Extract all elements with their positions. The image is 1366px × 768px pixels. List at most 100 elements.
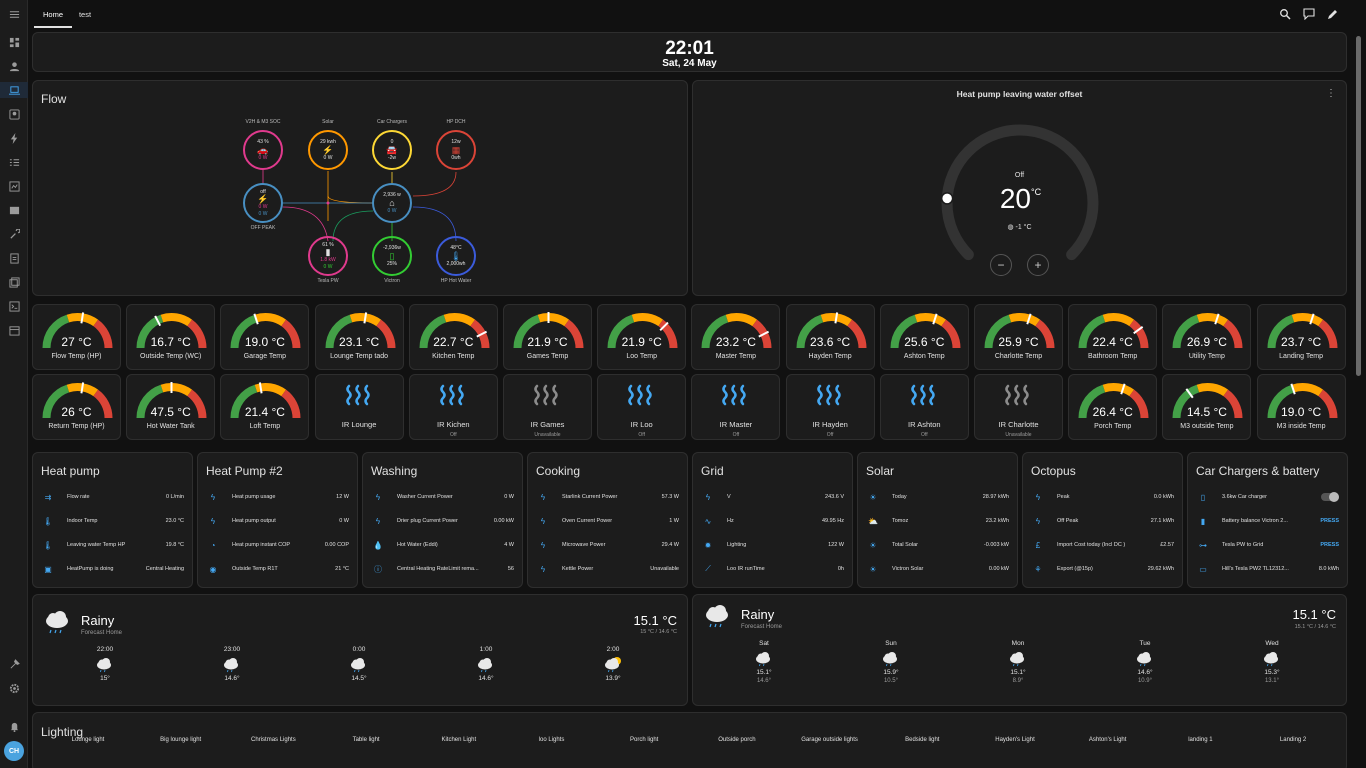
entity-row[interactable]: ⇉ Flow rate 0 L/min [41,491,184,503]
entity-row[interactable]: £ Import Cost today (Incl DC ) £2.57 [1031,539,1174,551]
entity-row[interactable]: ϟ Off Peak 27.1 kWh [1031,515,1174,527]
light-button[interactable]: Landing 2 [1248,737,1338,743]
person-icon[interactable] [6,58,22,74]
entity-row[interactable]: ◉ Outside Temp R1T 21 °C [206,563,350,575]
tab-test[interactable]: test [77,10,93,19]
flow-node-tesla[interactable]: 61 % ▮ 1.8 kW 0 W [308,236,348,276]
gauge-card[interactable]: 23.1 °C Lounge Temp tado [314,304,404,370]
gauge-card[interactable]: 25.9 °C Charlotte Temp [974,304,1063,370]
ir-heater-button[interactable]: IR Ashton Off [879,374,969,440]
ir-heater-button[interactable]: IR Master Off [691,374,781,440]
entity-row[interactable]: ▭ Hill's Tesla PW2 TL12312... 8.0 kWh [1196,563,1339,575]
press-button[interactable]: PRESS [1320,542,1339,548]
light-button[interactable]: Garage outside lights [785,737,875,743]
entity-row[interactable]: 🌡 Indoor Temp 23.0 °C [41,515,184,527]
bell-icon[interactable] [6,718,22,734]
light-button[interactable]: Christmas Lights [228,737,318,743]
entity-row[interactable]: ⓘ Central Heating RateLimit rema... 56 [371,563,514,575]
badge-icon[interactable] [6,106,22,122]
light-button[interactable]: loo Lights [507,737,597,743]
entity-row[interactable]: ϟ Peak 0.0 kWh [1031,491,1174,503]
list-icon[interactable] [6,154,22,170]
entity-row[interactable]: ▯ 3.6kw Car charger [1196,491,1339,503]
file-icon[interactable] [6,250,22,266]
light-button[interactable]: Outside porch [692,737,782,743]
light-button[interactable]: Porch light [599,737,689,743]
light-button[interactable]: landing 1 [1155,737,1245,743]
light-button[interactable]: Table light [321,737,411,743]
entity-row[interactable]: ϟ Microwave Power 29.4 W [536,539,679,551]
entity-row[interactable]: ϟ Oven Current Power 1 W [536,515,679,527]
chart-icon[interactable] [6,178,22,194]
entity-row[interactable]: ☀ Total Solar -0.003 kW [866,539,1009,551]
avatar[interactable]: CH [4,741,24,761]
gauge-card[interactable]: 14.5 °C M3 outside Temp [1162,374,1252,440]
entity-row[interactable]: ϟ Starlink Current Power 57.3 W [536,491,679,503]
toggle-switch[interactable] [1321,492,1339,502]
scrollbar[interactable] [1356,36,1361,376]
weather-daily-card[interactable]: Rainy Forecast Home 15.1 °C 15.1 °C / 14… [692,594,1347,706]
ir-heater-button[interactable]: IR Games Unavailable [503,374,592,440]
gauge-card[interactable]: 21.4 °C Loft Temp [220,374,310,440]
library-icon[interactable] [6,274,22,290]
light-button[interactable]: Lounge light [43,737,133,743]
weather-hourly-card[interactable]: Rainy Forecast Home 15.1 °C 15 °C / 14.6… [32,594,688,706]
flow-node-solar[interactable]: 29 kwh ⚡ 0 W [308,130,348,170]
ir-heater-button[interactable]: IR Lounge [314,374,404,440]
increase-button[interactable]: + [1027,254,1049,276]
gauge-card[interactable]: 23.2 °C Master Temp [691,304,781,370]
lightning-icon[interactable] [6,130,22,146]
flow-node-v2h[interactable]: 43 % 🚗 0 W [243,130,283,170]
ir-heater-button[interactable]: IR Loo Off [597,374,687,440]
gauge-card[interactable]: 47.5 °C Hot Water Tank [126,374,216,440]
gauge-card[interactable]: 19.0 °C Garage Temp [220,304,310,370]
entity-row[interactable]: ☀ Today 28.97 kWh [866,491,1009,503]
flow-node-victron[interactable]: -2,936w ▯ 25% [372,236,412,276]
entity-row[interactable]: 🌡 Leaving water Temp HP 19.8 °C [41,539,184,551]
ir-heater-button[interactable]: IR Charlotte Unavailable [974,374,1063,440]
flow-node-chargers[interactable]: 0 🚘 -2w [372,130,412,170]
gauge-card[interactable]: 26.9 °C Utility Temp [1162,304,1252,370]
entity-row[interactable]: ⊶ Tesla PW to Grid PRESS [1196,539,1339,551]
light-button[interactable]: Hayden's Light [970,737,1060,743]
gauge-card[interactable]: 27 °C Flow Temp (HP) [32,304,121,370]
entity-row[interactable]: ϟ Washer Current Power 0 W [371,491,514,503]
media-icon[interactable] [6,202,22,218]
search-icon[interactable] [1279,8,1291,20]
entity-row[interactable]: ϟ Kettle Power Unavailable [536,563,679,575]
entity-row[interactable]: ✹ Lighting 122 W [701,539,844,551]
gauge-card[interactable]: 22.4 °C Bathroom Temp [1068,304,1158,370]
entity-row[interactable]: ◔ Heat pump instant COP 0.00 COP [206,539,349,551]
entity-row[interactable]: ϟ Drier plug Current Power 0.00 kW [371,515,514,527]
gauge-card[interactable]: 16.7 °C Outside Temp (WC) [126,304,216,370]
press-button[interactable]: PRESS [1320,518,1339,524]
assist-icon[interactable] [1303,8,1315,21]
hammer-icon[interactable] [6,656,22,672]
gauge-card[interactable]: 25.6 °C Ashton Temp [879,304,969,370]
entity-row[interactable]: ϟ Heat pump output 0 W [206,515,349,527]
gauge-card[interactable]: 19.0 °C M3 inside Temp [1256,374,1346,440]
flow-node-hpdch[interactable]: 12w ▦ 0wh [436,130,476,170]
gauge-card[interactable]: 23.6 °C Hayden Temp [785,304,875,370]
wrench-icon[interactable] [6,226,22,242]
light-button[interactable]: Kitchen Light [414,737,504,743]
calendar-icon[interactable] [6,322,22,338]
entity-row[interactable]: ▣ HeatPump is doing Central Heating [41,563,184,575]
entity-row[interactable]: ⟋ Loo IR runTime 0h [701,563,844,575]
gauge-card[interactable]: 22.7 °C Kitchen Temp [408,304,498,370]
gear-icon[interactable] [6,680,22,696]
entity-row[interactable]: ☀ Victron Solar 0.00 kW [866,563,1009,575]
more-options-icon[interactable]: ⋮ [1326,88,1336,99]
flow-node-hotwater[interactable]: 48°C 🌡 2,000wh [436,236,476,276]
entity-row[interactable]: ▮ Battery balance Victron 2... PRESS [1196,515,1339,527]
entity-row[interactable]: ∿ Hz 49.95 Hz [701,515,844,527]
gauge-card[interactable]: 23.7 °C Landing Temp [1256,304,1346,370]
entity-row[interactable]: ⛅ Tomoz 23.2 kWh [866,515,1009,527]
ir-heater-button[interactable]: IR Kichen Off [408,374,498,440]
gauge-card[interactable]: 21.9 °C Games Temp [503,304,592,370]
entity-row[interactable]: ϟ Heat pump usage 12 W [206,491,349,503]
console-icon[interactable] [6,298,22,314]
pencil-icon[interactable] [1327,8,1339,20]
thermostat-handle[interactable] [940,192,954,205]
laptop-icon[interactable] [0,82,28,98]
